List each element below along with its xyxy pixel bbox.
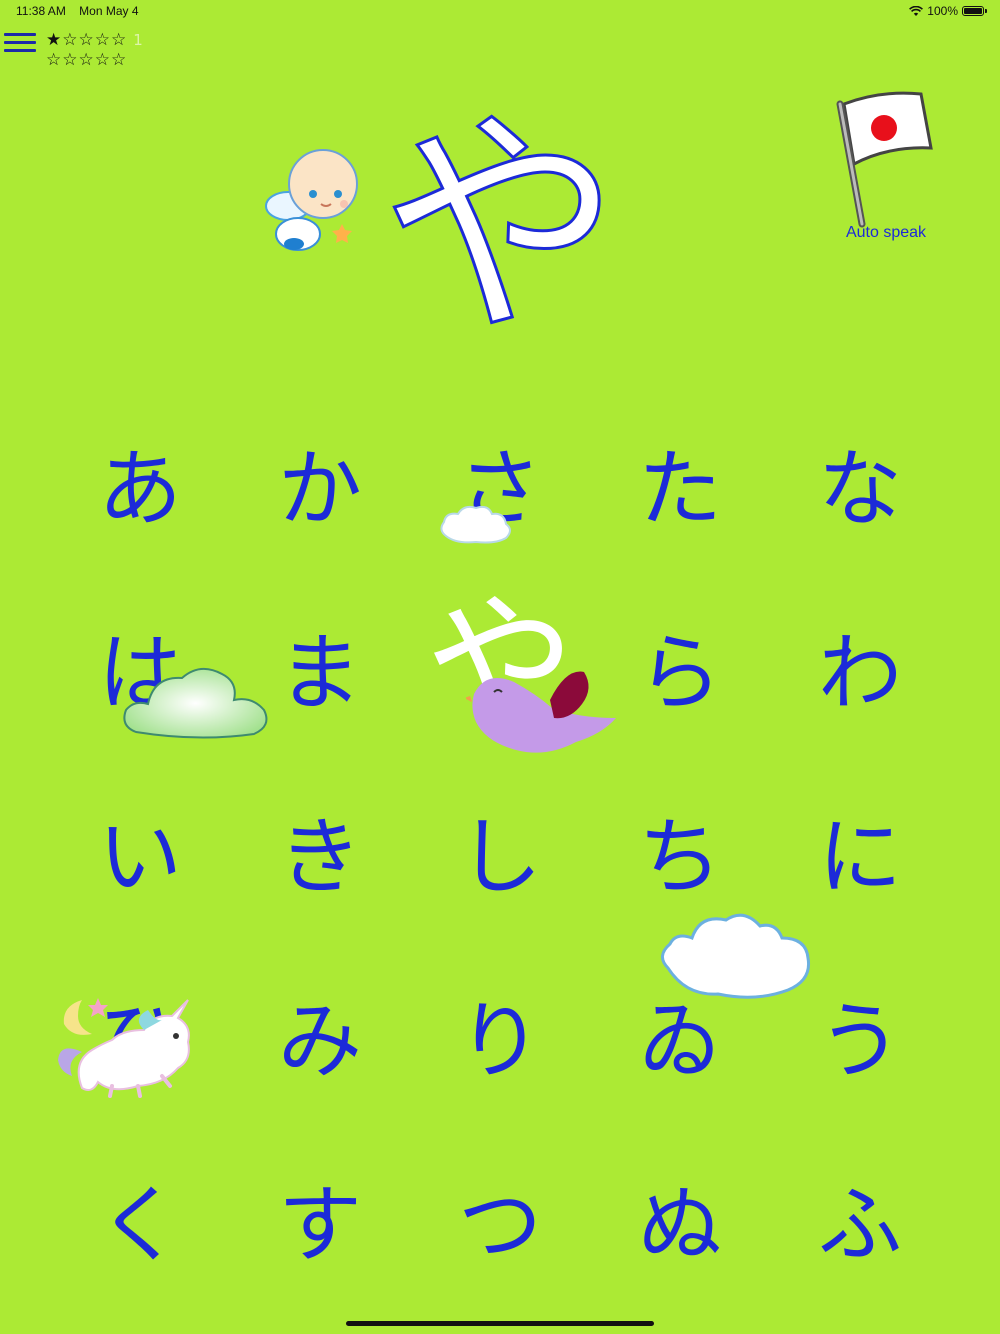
kana-button[interactable]: り: [410, 942, 590, 1126]
kana-button-selected[interactable]: や: [410, 560, 590, 753]
current-kana-text: や: [380, 87, 620, 345]
kana-button[interactable]: に: [770, 758, 950, 942]
status-bar-right: 100%: [909, 4, 987, 18]
menu-button[interactable]: [4, 30, 36, 56]
menu-icon: [4, 33, 36, 52]
battery-icon: [962, 6, 987, 16]
kana-button[interactable]: ら: [590, 574, 770, 758]
kana-button[interactable]: い: [50, 758, 230, 942]
stars-row-2: ☆☆☆☆☆: [46, 50, 128, 70]
status-bar-left: 11:38 AM Mon May 4: [16, 4, 139, 18]
baby-angel-icon: [265, 149, 358, 251]
stars-row-1: ★☆☆☆☆: [46, 30, 128, 50]
star-count: 1: [133, 31, 144, 49]
japan-flag-icon[interactable]: [826, 86, 936, 231]
kana-button[interactable]: わ: [770, 574, 950, 758]
kana-button[interactable]: ふ: [770, 1126, 950, 1310]
kana-button[interactable]: は: [50, 574, 230, 758]
kana-button[interactable]: ゐ: [590, 942, 770, 1126]
kana-button[interactable]: ぬ: [590, 1126, 770, 1310]
current-kana-display[interactable]: や: [370, 85, 630, 346]
battery-percent: 100%: [927, 4, 958, 18]
star-rating: ★☆☆☆☆ 1 ☆☆☆☆☆: [46, 30, 144, 70]
kana-button[interactable]: う: [770, 942, 950, 1126]
kana-button[interactable]: み: [230, 942, 410, 1126]
kana-button[interactable]: し: [410, 758, 590, 942]
status-time: 11:38 AM: [16, 4, 66, 18]
kana-button[interactable]: き: [230, 758, 410, 942]
kana-button[interactable]: な: [770, 390, 950, 574]
home-indicator[interactable]: [346, 1321, 654, 1326]
kana-button[interactable]: か: [230, 390, 410, 574]
kana-button[interactable]: た: [590, 390, 770, 574]
status-date: Mon May 4: [79, 4, 139, 18]
kana-button[interactable]: つ: [410, 1126, 590, 1310]
kana-button[interactable]: ま: [230, 574, 410, 758]
kana-button[interactable]: あ: [50, 390, 230, 574]
kana-grid: あ か さ た な は ま や ら わ い き し ち に ひ み り ゐ う …: [50, 390, 950, 1310]
kana-button[interactable]: ひ: [50, 942, 230, 1126]
auto-speak-button[interactable]: Auto speak: [836, 224, 936, 242]
wifi-icon: [909, 5, 924, 16]
kana-button[interactable]: す: [230, 1126, 410, 1310]
current-kana-glyph: や: [378, 86, 621, 346]
kana-button[interactable]: ち: [590, 758, 770, 942]
kana-button[interactable]: く: [50, 1126, 230, 1310]
